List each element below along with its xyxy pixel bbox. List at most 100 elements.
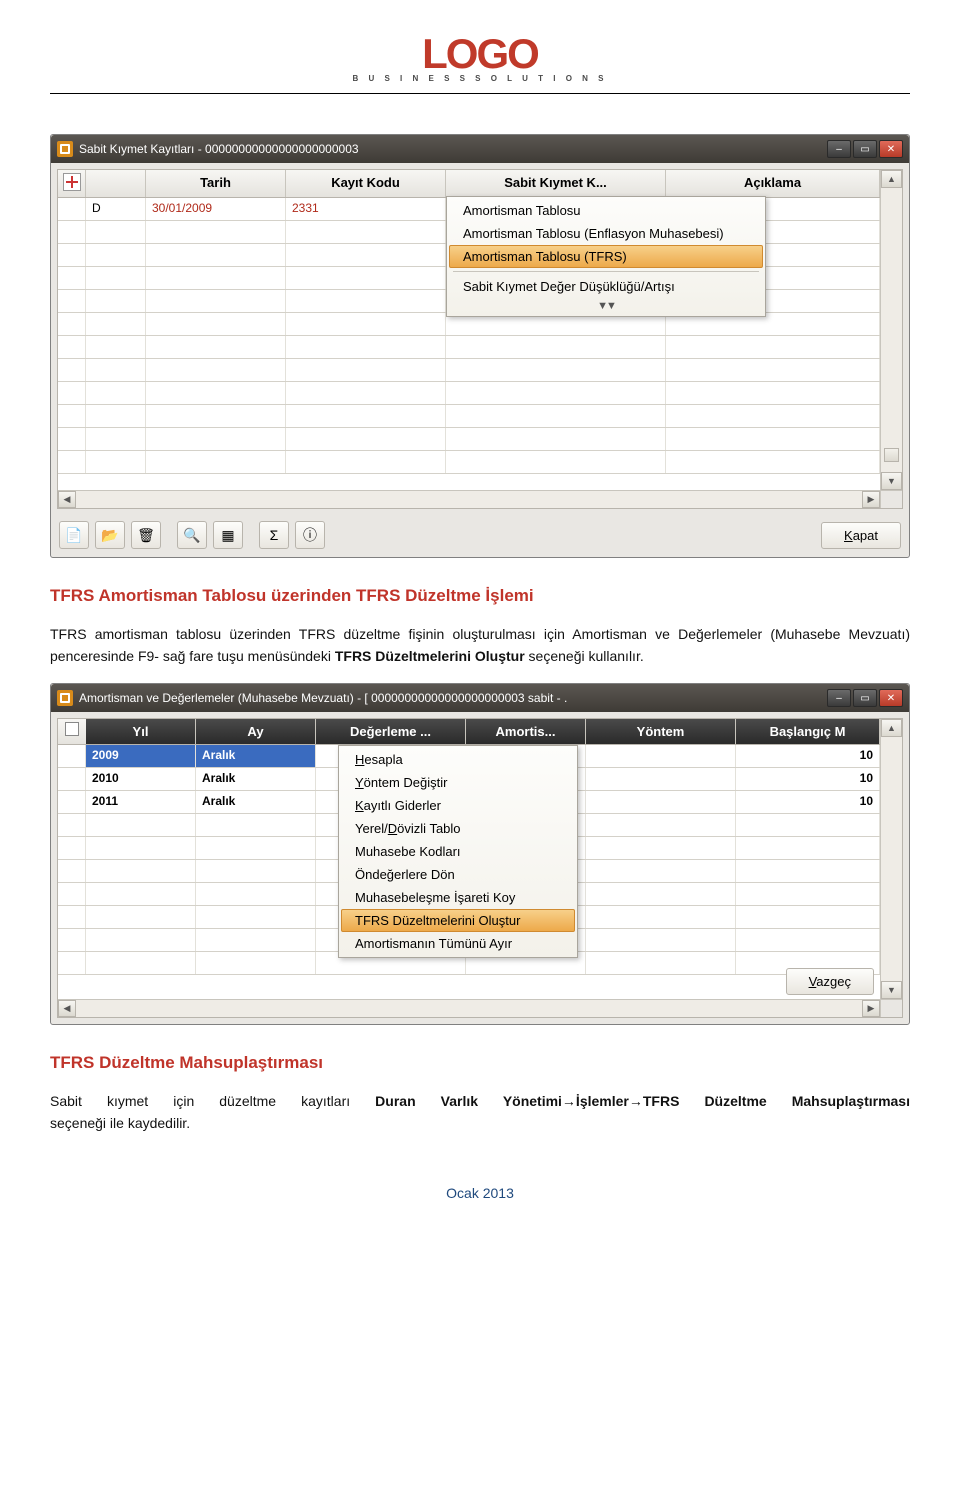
cell-bas: 10: [736, 791, 880, 813]
section2-title: TFRS Düzeltme Mahsuplaştırması: [50, 1053, 910, 1073]
scroll-down-icon[interactable]: ▼: [881, 472, 902, 490]
close-button[interactable]: ✕: [879, 140, 903, 158]
logo-subtitle: B U S I N E S S S O L U T I O N S: [50, 74, 910, 83]
window-title: Amortisman ve Değerlemeler (Muhasebe Mev…: [79, 691, 827, 705]
scroll-left-icon[interactable]: ◀: [58, 1000, 76, 1017]
cell-yil: 2010: [86, 768, 196, 790]
vertical-scrollbar[interactable]: ▲ ▼: [880, 719, 902, 999]
col-kayit-kodu[interactable]: Kayıt Kodu: [286, 170, 446, 197]
close-button[interactable]: ✕: [879, 689, 903, 707]
file-icon: 📄: [65, 527, 82, 544]
menu-amortismanin-tumunu-ayir[interactable]: Amortismanın Tümünü Ayır: [341, 932, 575, 955]
scroll-up-icon[interactable]: ▲: [881, 719, 902, 737]
maximize-button[interactable]: ▭: [853, 140, 877, 158]
open-button[interactable]: 📂: [95, 521, 125, 549]
col-tarih[interactable]: Tarih: [146, 170, 286, 197]
vertical-scrollbar[interactable]: ▲ ▼: [880, 170, 902, 490]
delete-button[interactable]: 🗑: [131, 521, 161, 549]
scroll-thumb[interactable]: [884, 448, 899, 462]
cell-kayit: 2331: [286, 198, 446, 220]
horizontal-scrollbar[interactable]: ◀ ▶: [58, 490, 880, 508]
trash-icon: 🗑: [137, 527, 155, 544]
menu-amortisman-tfrs[interactable]: Amortisman Tablosu (TFRS): [449, 245, 763, 268]
page-footer: Ocak 2013: [50, 1185, 910, 1201]
cell-status: D: [86, 198, 146, 220]
sum-button[interactable]: Σ: [259, 521, 289, 549]
cell-yil: 2009: [86, 745, 196, 767]
cell-ay: Aralık: [196, 745, 316, 767]
scroll-corner: [880, 490, 902, 508]
menu-kayitli-giderler[interactable]: Kayıtlı Giderler: [341, 794, 575, 817]
menu-amortisman-tablosu[interactable]: Amortisman Tablosu: [449, 199, 763, 222]
section1-body-c: seçeneği kullanılır.: [525, 648, 644, 664]
menu-tfrs-duzeltmelerini-olustur[interactable]: TFRS Düzeltmelerini Oluştur: [341, 909, 575, 932]
report-button[interactable]: ▦: [213, 521, 243, 549]
header-logo: LOGO B U S I N E S S S O L U T I O N S: [50, 30, 910, 83]
col-aciklama[interactable]: Açıklama: [666, 170, 880, 197]
search-button[interactable]: 🔍: [177, 521, 207, 549]
col-amortis[interactable]: Amortis...: [466, 719, 586, 744]
menu-yontem-degistir[interactable]: Yöntem Değiştir: [341, 771, 575, 794]
col-blank[interactable]: [86, 170, 146, 197]
menu-expand-icon[interactable]: ▼▼: [449, 298, 763, 314]
menu-yerel-dovizli[interactable]: Yerel/Dövizli Tablo: [341, 817, 575, 840]
window-amortisman-degerlemeler: Amortisman ve Değerlemeler (Muhasebe Mev…: [50, 683, 910, 1025]
col-select-all[interactable]: [58, 719, 86, 744]
context-menu: Hesapla Yöntem Değiştir Kayıtlı Giderler…: [338, 745, 578, 958]
grid-header: Tarih Kayıt Kodu Sabit Kıymet K... Açıkl…: [58, 170, 902, 198]
scroll-corner: [880, 999, 902, 1017]
scroll-up-icon[interactable]: ▲: [881, 170, 902, 188]
cell-bas: 10: [736, 745, 880, 767]
col-baslangic[interactable]: Başlangıç M: [736, 719, 880, 744]
menu-amortisman-enflasyon[interactable]: Amortisman Tablosu (Enflasyon Muhasebesi…: [449, 222, 763, 245]
info-icon: ⓘ: [303, 525, 317, 545]
toolbar: 📄 📂 🗑 🔍 ▦ Σ ⓘ Kapat: [51, 515, 909, 557]
window-title: Sabit Kıymet Kayıtları - 000000000000000…: [79, 142, 827, 156]
cell-tarih: 30/01/2009: [146, 198, 286, 220]
grid-header: Yıl Ay Değerleme ... Amortis... Yöntem B…: [58, 719, 902, 745]
menu-hesapla[interactable]: Hesapla: [341, 748, 575, 771]
cell-bas: 10: [736, 768, 880, 790]
scroll-down-icon[interactable]: ▼: [881, 981, 902, 999]
cancel-button[interactable]: Vazgeç: [786, 968, 874, 995]
header-divider: [50, 93, 910, 94]
section2-body-a: Sabit kıymet için düzeltme kayıtları: [50, 1093, 375, 1109]
maximize-button[interactable]: ▭: [853, 689, 877, 707]
titlebar: Sabit Kıymet Kayıtları - 000000000000000…: [51, 135, 909, 163]
section2-body: Sabit kıymet için düzeltme kayıtları Dur…: [50, 1091, 910, 1113]
scroll-right-icon[interactable]: ▶: [862, 491, 880, 508]
section1-title: TFRS Amortisman Tablosu üzerinden TFRS D…: [50, 586, 910, 606]
col-toggle[interactable]: [58, 170, 86, 197]
menu-ondegerlere-don[interactable]: Öndeğerlere Dön: [341, 863, 575, 886]
logo-text: LOGO: [50, 30, 910, 78]
new-button[interactable]: 📄: [59, 521, 89, 549]
search-icon: 🔍: [183, 527, 200, 544]
section2-body-cont: seçeneği ile kaydedilir.: [50, 1113, 910, 1135]
sigma-icon: Σ: [270, 527, 279, 543]
horizontal-scrollbar[interactable]: ◀ ▶: [58, 999, 880, 1017]
minimize-button[interactable]: –: [827, 140, 851, 158]
minimize-button[interactable]: –: [827, 689, 851, 707]
col-sabit-kiymet[interactable]: Sabit Kıymet K...: [446, 170, 666, 197]
titlebar: Amortisman ve Değerlemeler (Muhasebe Mev…: [51, 684, 909, 712]
app-icon: [57, 690, 73, 706]
menu-muhasebe-kodlari[interactable]: Muhasebe Kodları: [341, 840, 575, 863]
menu-muhasebelesme-isareti[interactable]: Muhasebeleşme İşareti Koy: [341, 886, 575, 909]
col-degerleme[interactable]: Değerleme ...: [316, 719, 466, 744]
cell-ay: Aralık: [196, 768, 316, 790]
menu-separator: [453, 271, 759, 272]
scroll-right-icon[interactable]: ▶: [862, 1000, 880, 1017]
close-window-button[interactable]: Kapat: [821, 522, 901, 549]
section1-body: TFRS amortisman tablosu üzerinden TFRS d…: [50, 624, 910, 667]
folder-icon: 📂: [101, 527, 118, 544]
menu-deger-dusuklugu[interactable]: Sabit Kıymet Değer Düşüklüğü/Artışı: [449, 275, 763, 298]
cell-ay: Aralık: [196, 791, 316, 813]
col-ay[interactable]: Ay: [196, 719, 316, 744]
grid-icon: ▦: [221, 527, 234, 544]
info-button[interactable]: ⓘ: [295, 521, 325, 549]
col-yil[interactable]: Yıl: [86, 719, 196, 744]
cell-yil: 2011: [86, 791, 196, 813]
scroll-left-icon[interactable]: ◀: [58, 491, 76, 508]
section2-body-b: Duran Varlık Yönetimi→İşlemler→TFRS Düze…: [375, 1093, 910, 1109]
col-yontem[interactable]: Yöntem: [586, 719, 736, 744]
